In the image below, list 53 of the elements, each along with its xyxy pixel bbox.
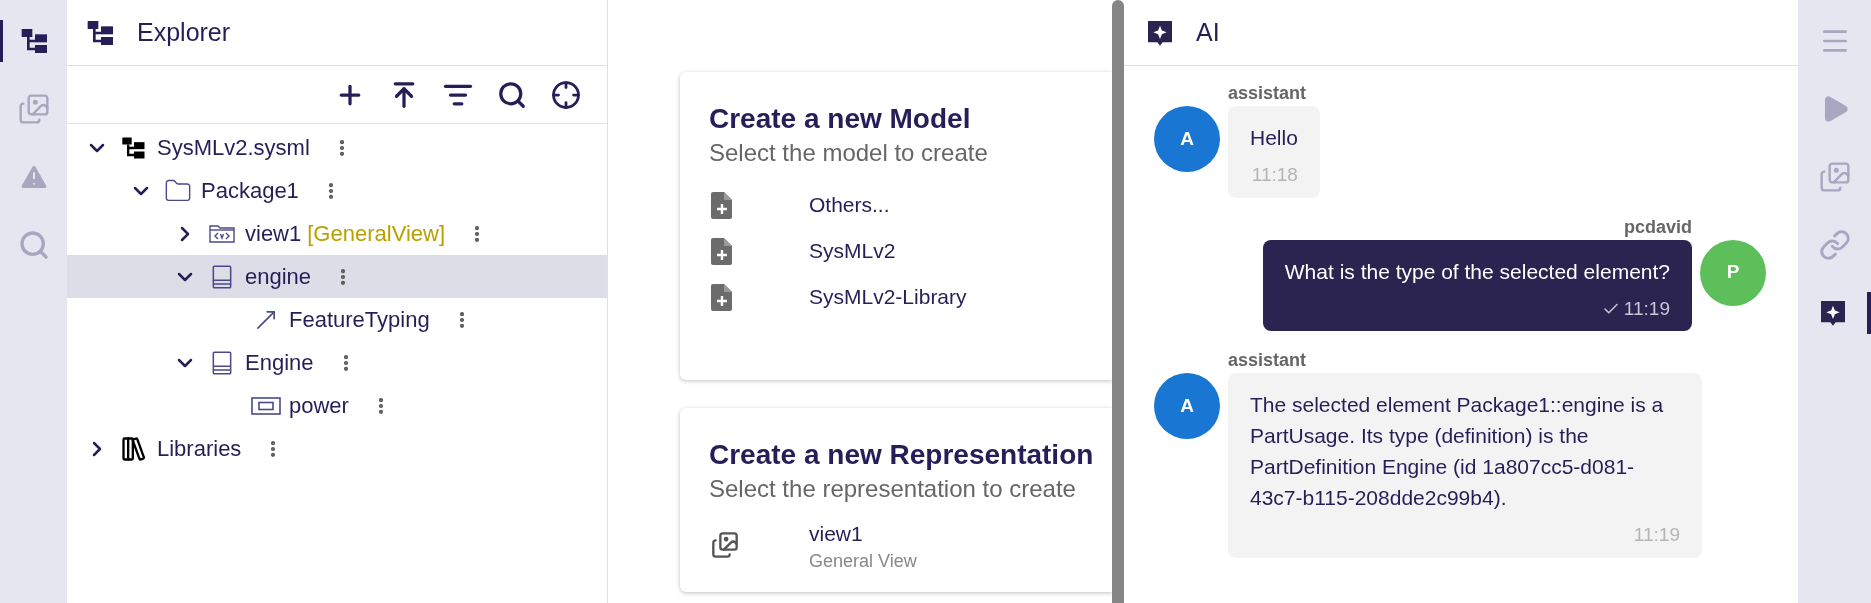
tree-item[interactable]: Engine	[67, 341, 607, 384]
search-icon[interactable]	[497, 79, 527, 110]
tree-item[interactable]: SysMLv2.sysml	[67, 126, 607, 169]
panel-title: Explorer	[137, 16, 231, 48]
create-option[interactable]: Others...	[709, 182, 1112, 228]
create-option[interactable]: SysMLv2	[709, 228, 1112, 274]
avatar: A	[1154, 373, 1220, 439]
avatar: A	[1154, 106, 1220, 172]
message-text: What is the type of the selected element?	[1284, 258, 1670, 285]
tree-item[interactable]: power	[67, 384, 607, 427]
option-label: SysMLv2	[809, 238, 896, 265]
tree-item[interactable]: Package1	[67, 169, 607, 212]
message-author: assistant	[1228, 82, 1307, 104]
message-time: 11:18	[1251, 163, 1298, 187]
file-add-icon	[711, 283, 733, 311]
create-option[interactable]: SysMLv2-Library	[709, 274, 1112, 320]
card-subtitle: Select the representation to create	[709, 474, 1077, 504]
splitter-handle[interactable]	[1112, 0, 1124, 603]
tree-item-type: [GeneralView]	[307, 220, 446, 248]
crosshair-icon[interactable]	[551, 79, 581, 110]
file-add-icon	[711, 191, 733, 219]
images-icon	[711, 530, 739, 559]
message-time: 11:19	[1633, 523, 1680, 547]
option-label: SysMLv2-Library	[809, 284, 967, 311]
create-option[interactable]: view1 General View	[709, 518, 1112, 572]
message-text: The selected element Package1::engine is a PartUsage. Its type (definition) is the PartDefinition Engine (id 1a807cc5-d081-43c7-b115-208dde2c99b4).	[1250, 392, 1665, 511]
panel-title: AI	[1196, 16, 1220, 48]
library-icon	[120, 434, 148, 463]
file-add-icon	[711, 237, 733, 265]
tree-item-label: engine	[245, 263, 312, 291]
card-title: Create a new Representation	[709, 438, 1095, 472]
card-title: Create a new Model	[709, 102, 972, 136]
option-label: Others...	[809, 192, 890, 219]
tree-item-label: Engine	[245, 349, 314, 377]
message-author: assistant	[1228, 349, 1307, 371]
tree-item-label: power	[289, 392, 349, 420]
tree-item[interactable]: Libraries	[67, 427, 607, 470]
tree-item-label: FeatureTyping	[289, 306, 430, 334]
tree-item[interactable]: engine	[67, 255, 607, 298]
avatar: P	[1700, 239, 1766, 306]
tree-item-label: Package1	[201, 177, 299, 205]
tree-item-label: Libraries	[157, 435, 242, 463]
card-subtitle: Select the model to create	[709, 138, 989, 168]
tree-item[interactable]: view1 [GeneralView]	[67, 212, 607, 255]
message-time: 11:19	[1623, 296, 1670, 321]
attribute-icon	[251, 395, 281, 416]
message-author: pcdavid	[1623, 215, 1692, 238]
message-text: Hello	[1250, 125, 1298, 151]
tree-item-label: SysMLv2.sysml	[157, 134, 310, 162]
tree-item[interactable]: FeatureTyping	[67, 298, 607, 341]
tree-item-label: view1	[245, 220, 302, 248]
option-sublabel: General View	[809, 549, 917, 572]
option-label: view1	[809, 521, 864, 547]
